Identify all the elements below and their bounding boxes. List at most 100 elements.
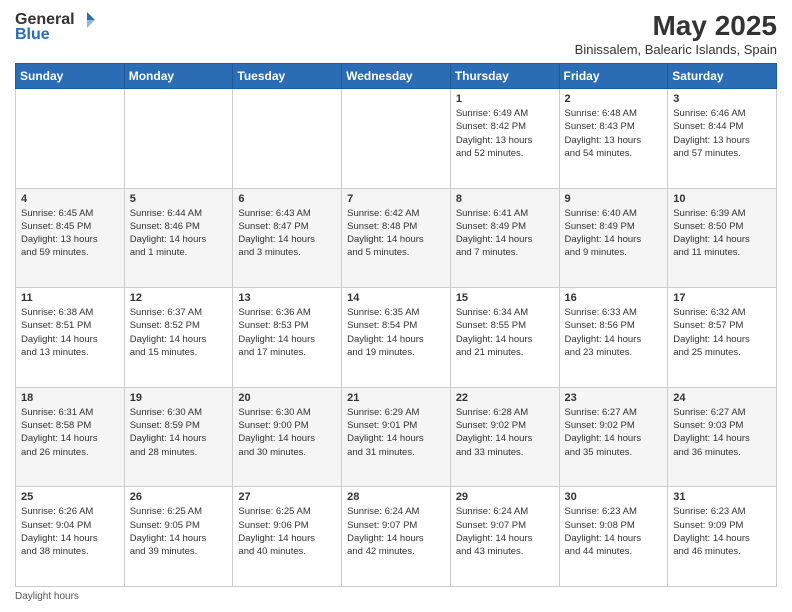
calendar-cell: 25 Sunrise: 6:26 AM Sunset: 9:04 PM Dayli… xyxy=(16,487,125,587)
calendar-cell xyxy=(233,89,342,189)
day-info: Sunrise: 6:35 AM Sunset: 8:54 PM Dayligh… xyxy=(347,306,445,359)
day-number: 14 xyxy=(347,292,445,304)
day-number: 30 xyxy=(565,491,663,503)
day-number: 21 xyxy=(347,392,445,404)
day-info: Sunrise: 6:24 AM Sunset: 9:07 PM Dayligh… xyxy=(347,505,445,558)
day-info: Sunrise: 6:25 AM Sunset: 9:06 PM Dayligh… xyxy=(238,505,336,558)
day-info: Sunrise: 6:30 AM Sunset: 8:59 PM Dayligh… xyxy=(130,406,228,459)
day-info: Sunrise: 6:36 AM Sunset: 8:53 PM Dayligh… xyxy=(238,306,336,359)
location-subtitle: Binissalem, Balearic Islands, Spain xyxy=(575,42,777,57)
day-number: 10 xyxy=(673,193,771,205)
calendar-cell: 4Sunrise: 6:45 AM Sunset: 8:45 PM Daylig… xyxy=(16,188,125,288)
day-info: Sunrise: 6:39 AM Sunset: 8:50 PM Dayligh… xyxy=(673,207,771,260)
calendar-cell xyxy=(16,89,125,189)
day-info: Sunrise: 6:23 AM Sunset: 9:09 PM Dayligh… xyxy=(673,505,771,558)
day-number: 23 xyxy=(565,392,663,404)
day-number: 26 xyxy=(130,491,228,503)
calendar-cell: 6 Sunrise: 6:43 AM Sunset: 8:47 PM Daylig… xyxy=(233,188,342,288)
dow-header-thursday: Thursday xyxy=(450,64,559,89)
day-info: Sunrise: 6:44 AM Sunset: 8:46 PM Dayligh… xyxy=(130,207,228,260)
calendar-cell: 21 Sunrise: 6:29 AM Sunset: 9:01 PM Dayli… xyxy=(342,387,451,487)
day-info: Sunrise: 6:27 AM Sunset: 9:03 PM Dayligh… xyxy=(673,406,771,459)
dow-header-monday: Monday xyxy=(124,64,233,89)
day-info: Sunrise: 6:27 AM Sunset: 9:02 PM Dayligh… xyxy=(565,406,663,459)
calendar-cell: 27 Sunrise: 6:25 AM Sunset: 9:06 PM Dayli… xyxy=(233,487,342,587)
calendar-cell: 16 Sunrise: 6:33 AM Sunset: 8:56 PM Dayli… xyxy=(559,288,668,388)
calendar-cell: 20 Sunrise: 6:30 AM Sunset: 9:00 PM Dayli… xyxy=(233,387,342,487)
calendar-cell: 22 Sunrise: 6:28 AM Sunset: 9:02 PM Dayli… xyxy=(450,387,559,487)
day-info: Sunrise: 6:37 AM Sunset: 8:52 PM Dayligh… xyxy=(130,306,228,359)
day-info: Sunrise: 6:40 AM Sunset: 8:49 PM Dayligh… xyxy=(565,207,663,260)
day-info: Sunrise: 6:34 AM Sunset: 8:55 PM Dayligh… xyxy=(456,306,554,359)
day-number: 24 xyxy=(673,392,771,404)
day-info: Sunrise: 6:45 AM Sunset: 8:45 PM Dayligh… xyxy=(21,207,119,260)
calendar-cell: 7 Sunrise: 6:42 AM Sunset: 8:48 PM Daylig… xyxy=(342,188,451,288)
day-number: 5 xyxy=(130,193,228,205)
calendar-cell: 14 Sunrise: 6:35 AM Sunset: 8:54 PM Dayli… xyxy=(342,288,451,388)
calendar-cell: 10 Sunrise: 6:39 AM Sunset: 8:50 PM Dayli… xyxy=(668,188,777,288)
calendar-cell xyxy=(124,89,233,189)
calendar-cell: 19 Sunrise: 6:30 AM Sunset: 8:59 PM Dayli… xyxy=(124,387,233,487)
day-number: 31 xyxy=(673,491,771,503)
day-info: Sunrise: 6:25 AM Sunset: 9:05 PM Dayligh… xyxy=(130,505,228,558)
logo-blue: Blue xyxy=(15,26,50,44)
header: General Blue May 2025 Binissalem, Balear… xyxy=(15,10,777,57)
day-number: 16 xyxy=(565,292,663,304)
dow-header-friday: Friday xyxy=(559,64,668,89)
day-number: 7 xyxy=(347,193,445,205)
calendar-cell: 26 Sunrise: 6:25 AM Sunset: 9:05 PM Dayli… xyxy=(124,487,233,587)
day-number: 2 xyxy=(565,93,663,105)
day-number: 28 xyxy=(347,491,445,503)
title-block: May 2025 Binissalem, Balearic Islands, S… xyxy=(575,10,777,57)
day-info: Sunrise: 6:42 AM Sunset: 8:48 PM Dayligh… xyxy=(347,207,445,260)
calendar-cell: 30Sunrise: 6:23 AM Sunset: 9:08 PM Dayli… xyxy=(559,487,668,587)
day-number: 8 xyxy=(456,193,554,205)
calendar-cell: 12Sunrise: 6:37 AM Sunset: 8:52 PM Dayli… xyxy=(124,288,233,388)
calendar-cell: 13Sunrise: 6:36 AM Sunset: 8:53 PM Dayli… xyxy=(233,288,342,388)
calendar-cell: 3 Sunrise: 6:46 AM Sunset: 8:44 PM Daylig… xyxy=(668,89,777,189)
day-number: 27 xyxy=(238,491,336,503)
footer-note: Daylight hours xyxy=(15,591,777,602)
calendar-cell: 9 Sunrise: 6:40 AM Sunset: 8:49 PM Daylig… xyxy=(559,188,668,288)
day-number: 6 xyxy=(238,193,336,205)
month-title: May 2025 xyxy=(575,10,777,42)
calendar-cell: 15 Sunrise: 6:34 AM Sunset: 8:55 PM Dayli… xyxy=(450,288,559,388)
day-info: Sunrise: 6:32 AM Sunset: 8:57 PM Dayligh… xyxy=(673,306,771,359)
calendar-cell: 31 Sunrise: 6:23 AM Sunset: 9:09 PM Dayli… xyxy=(668,487,777,587)
logo: General Blue xyxy=(15,10,97,44)
dow-header-sunday: Sunday xyxy=(16,64,125,89)
calendar-cell: 5 Sunrise: 6:44 AM Sunset: 8:46 PM Daylig… xyxy=(124,188,233,288)
day-info: Sunrise: 6:29 AM Sunset: 9:01 PM Dayligh… xyxy=(347,406,445,459)
day-info: Sunrise: 6:28 AM Sunset: 9:02 PM Dayligh… xyxy=(456,406,554,459)
day-info: Sunrise: 6:46 AM Sunset: 8:44 PM Dayligh… xyxy=(673,107,771,160)
day-number: 17 xyxy=(673,292,771,304)
day-number: 22 xyxy=(456,392,554,404)
calendar-table: SundayMondayTuesdayWednesdayThursdayFrid… xyxy=(15,63,777,587)
day-info: Sunrise: 6:31 AM Sunset: 8:58 PM Dayligh… xyxy=(21,406,119,459)
calendar-cell: 28 Sunrise: 6:24 AM Sunset: 9:07 PM Dayli… xyxy=(342,487,451,587)
day-info: Sunrise: 6:49 AM Sunset: 8:42 PM Dayligh… xyxy=(456,107,554,160)
calendar-cell: 17 Sunrise: 6:32 AM Sunset: 8:57 PM Dayli… xyxy=(668,288,777,388)
day-info: Sunrise: 6:26 AM Sunset: 9:04 PM Dayligh… xyxy=(21,505,119,558)
calendar-cell: 24 Sunrise: 6:27 AM Sunset: 9:03 PM Dayli… xyxy=(668,387,777,487)
calendar-cell: 11Sunrise: 6:38 AM Sunset: 8:51 PM Dayli… xyxy=(16,288,125,388)
calendar-cell: 23 Sunrise: 6:27 AM Sunset: 9:02 PM Dayli… xyxy=(559,387,668,487)
calendar-cell: 8 Sunrise: 6:41 AM Sunset: 8:49 PM Daylig… xyxy=(450,188,559,288)
day-info: Sunrise: 6:43 AM Sunset: 8:47 PM Dayligh… xyxy=(238,207,336,260)
day-number: 3 xyxy=(673,93,771,105)
calendar-cell: 18Sunrise: 6:31 AM Sunset: 8:58 PM Dayli… xyxy=(16,387,125,487)
day-number: 15 xyxy=(456,292,554,304)
calendar-cell xyxy=(342,89,451,189)
day-number: 20 xyxy=(238,392,336,404)
calendar-cell: 2Sunrise: 6:48 AM Sunset: 8:43 PM Daylig… xyxy=(559,89,668,189)
day-info: Sunrise: 6:41 AM Sunset: 8:49 PM Dayligh… xyxy=(456,207,554,260)
day-number: 19 xyxy=(130,392,228,404)
dow-header-saturday: Saturday xyxy=(668,64,777,89)
day-info: Sunrise: 6:33 AM Sunset: 8:56 PM Dayligh… xyxy=(565,306,663,359)
calendar-cell: 1Sunrise: 6:49 AM Sunset: 8:42 PM Daylig… xyxy=(450,89,559,189)
day-info: Sunrise: 6:24 AM Sunset: 9:07 PM Dayligh… xyxy=(456,505,554,558)
dow-header-tuesday: Tuesday xyxy=(233,64,342,89)
day-info: Sunrise: 6:30 AM Sunset: 9:00 PM Dayligh… xyxy=(238,406,336,459)
day-number: 9 xyxy=(565,193,663,205)
day-number: 25 xyxy=(21,491,119,503)
